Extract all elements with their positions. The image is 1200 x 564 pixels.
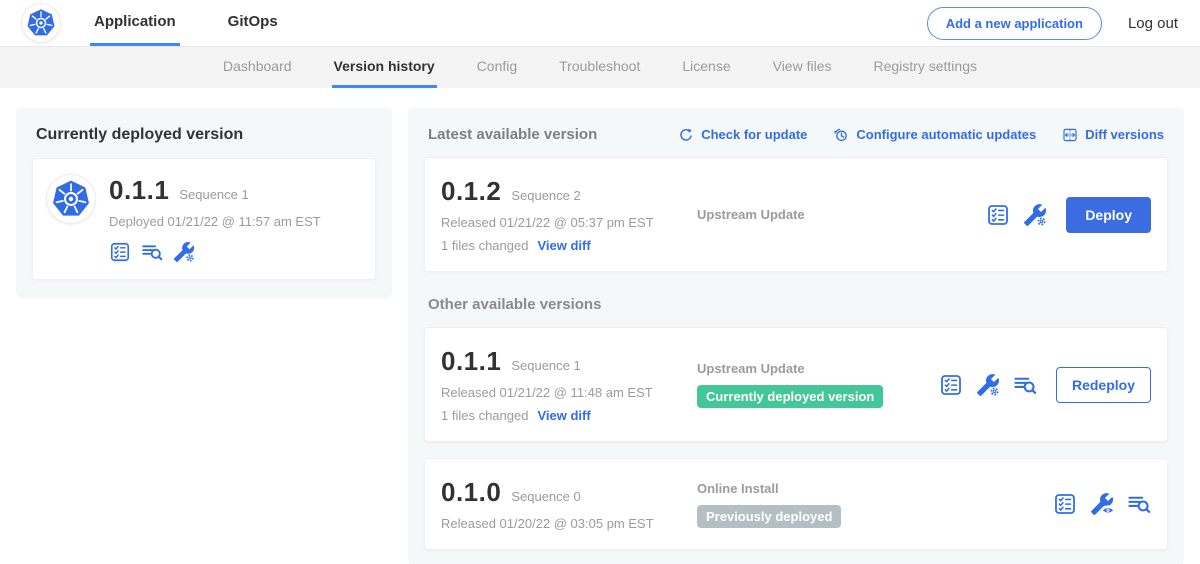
- top-bar-right: Add a new application Log out: [927, 0, 1178, 46]
- config-icon[interactable]: [976, 373, 1000, 397]
- version-number: 0.1.1: [441, 346, 501, 377]
- kubernetes-logo-icon: [51, 179, 91, 219]
- main-content: Currently deployed version 0.1.1 Sequenc…: [0, 88, 1200, 564]
- tab-troubleshoot[interactable]: Troubleshoot: [557, 47, 642, 88]
- add-application-button[interactable]: Add a new application: [927, 7, 1102, 40]
- release-notes-icon[interactable]: [986, 203, 1010, 227]
- deployed-version-number: 0.1.1: [109, 175, 169, 206]
- sequence-label: Sequence 0: [511, 489, 580, 504]
- released-timestamp: Released 01/21/22 @ 05:37 pm EST: [441, 215, 697, 230]
- file-diff-icon[interactable]: [1013, 373, 1037, 397]
- tab-registry-settings[interactable]: Registry settings: [872, 47, 979, 88]
- diff-versions-icon: [1062, 127, 1078, 143]
- version-number: 0.1.0: [441, 477, 501, 508]
- top-bar: Application GitOps Add a new application…: [0, 0, 1200, 47]
- latest-available-title: Latest available version: [428, 126, 597, 143]
- view-config-icon[interactable]: [1090, 492, 1114, 516]
- currently-deployed-panel: Currently deployed version 0.1.1 Sequenc…: [16, 108, 392, 298]
- tab-version-history[interactable]: Version history: [332, 47, 437, 88]
- diff-versions-link[interactable]: Diff versions: [1062, 127, 1164, 143]
- version-row-0-1-2: 0.1.2 Sequence 2 Released 01/21/22 @ 05:…: [424, 157, 1168, 272]
- file-diff-icon[interactable]: [1127, 492, 1151, 516]
- redeploy-button[interactable]: Redeploy: [1056, 367, 1151, 403]
- file-diff-icon[interactable]: [141, 241, 163, 263]
- app-avatar: [47, 175, 95, 223]
- sequence-label: Sequence 1: [511, 358, 580, 373]
- release-notes-icon[interactable]: [939, 373, 963, 397]
- currently-deployed-badge: Currently deployed version: [697, 385, 883, 408]
- configure-automatic-updates-label: Configure automatic updates: [856, 127, 1036, 142]
- released-timestamp: Released 01/20/22 @ 03:05 pm EST: [441, 516, 697, 531]
- configure-automatic-updates-link[interactable]: Configure automatic updates: [833, 127, 1036, 143]
- deployed-version-card: 0.1.1 Sequence 1 Deployed 01/21/22 @ 11:…: [32, 158, 376, 280]
- view-diff-link[interactable]: View diff: [537, 408, 590, 423]
- previously-deployed-badge: Previously deployed: [697, 505, 841, 528]
- check-for-update-label: Check for update: [701, 127, 807, 142]
- kubernetes-logo-icon: [26, 8, 56, 38]
- currently-deployed-title: Currently deployed version: [32, 126, 376, 144]
- config-icon[interactable]: [1023, 203, 1047, 227]
- version-source-label: Upstream Update: [697, 207, 805, 222]
- sequence-label: Sequence 2: [511, 188, 580, 203]
- files-changed-label: 1 files changed: [441, 238, 528, 253]
- refresh-icon: [678, 127, 694, 143]
- deployed-sequence-label: Sequence 1: [179, 187, 248, 202]
- release-notes-icon[interactable]: [109, 241, 131, 263]
- schedule-update-icon: [833, 127, 849, 143]
- config-icon[interactable]: [173, 241, 195, 263]
- tab-license[interactable]: License: [680, 47, 732, 88]
- tab-gitops[interactable]: GitOps: [224, 0, 282, 46]
- version-number: 0.1.2: [441, 176, 501, 207]
- version-history-panel: Latest available version Check for updat…: [408, 108, 1184, 564]
- version-row-0-1-1: 0.1.1 Sequence 1 Released 01/21/22 @ 11:…: [424, 327, 1168, 442]
- deployed-timestamp: Deployed 01/21/22 @ 11:57 am EST: [109, 214, 321, 229]
- released-timestamp: Released 01/21/22 @ 11:48 am EST: [441, 385, 697, 400]
- files-changed-label: 1 files changed: [441, 408, 528, 423]
- logout-link[interactable]: Log out: [1128, 15, 1178, 32]
- top-nav: Application GitOps: [90, 0, 282, 46]
- check-for-update-link[interactable]: Check for update: [678, 127, 807, 143]
- version-source-label: Online Install: [697, 481, 779, 496]
- release-notes-icon[interactable]: [1053, 492, 1077, 516]
- other-versions-title: Other available versions: [424, 296, 1168, 313]
- tab-config[interactable]: Config: [475, 47, 519, 88]
- tab-application[interactable]: Application: [90, 0, 180, 46]
- version-source-label: Upstream Update: [697, 361, 805, 376]
- deploy-button[interactable]: Deploy: [1066, 197, 1151, 233]
- app-subnav: Dashboard Version history Config Trouble…: [0, 47, 1200, 88]
- diff-versions-label: Diff versions: [1085, 127, 1164, 142]
- version-row-0-1-0: 0.1.0 Sequence 0 Released 01/20/22 @ 03:…: [424, 458, 1168, 550]
- tab-view-files[interactable]: View files: [771, 47, 834, 88]
- view-diff-link[interactable]: View diff: [537, 238, 590, 253]
- tab-dashboard[interactable]: Dashboard: [221, 47, 294, 88]
- kubernetes-logo: [22, 4, 60, 42]
